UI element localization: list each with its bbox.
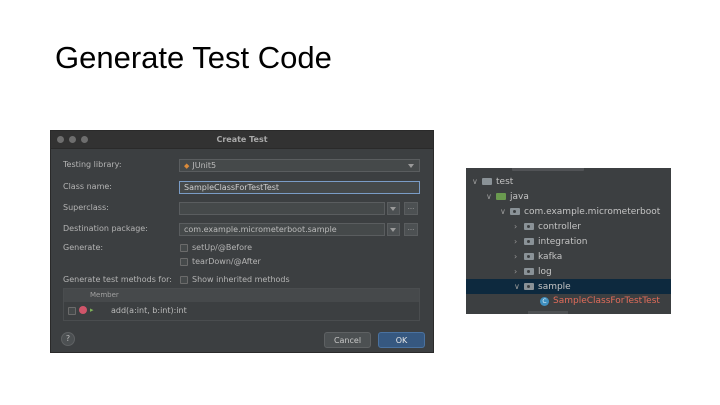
folder-icon [482, 178, 492, 185]
cropped-tree-item [512, 168, 584, 171]
destination-package-dropdown-button[interactable] [387, 223, 400, 236]
lock-icon: ▸ [90, 306, 94, 314]
tree-item-label: sample [538, 282, 571, 292]
testing-library-label: Testing library: [63, 160, 122, 169]
tree-item-integration[interactable]: › integration [514, 234, 587, 249]
class-name-input[interactable]: SampleClassForTestTest [179, 181, 420, 194]
chevron-down-icon [390, 207, 396, 211]
superclass-label: Superclass: [63, 203, 109, 212]
tree-item-kafka[interactable]: › kafka [514, 249, 562, 264]
show-inherited-label: Show inherited methods [192, 275, 290, 284]
tree-item-label: com.example.micrometerboot [524, 207, 661, 217]
ok-button[interactable]: OK [378, 332, 425, 348]
class-name-label: Class name: [63, 182, 112, 191]
dialog-title: Create Test [216, 135, 268, 144]
tree-item-controller[interactable]: › controller [514, 219, 581, 234]
superclass-input[interactable] [179, 202, 385, 215]
package-icon [524, 223, 534, 230]
package-icon [524, 268, 534, 275]
destination-package-value: com.example.micrometerboot.sample [184, 225, 337, 234]
package-icon [524, 283, 534, 290]
chevron-right-icon: › [514, 237, 518, 246]
superclass-browse-button[interactable]: ... [404, 202, 418, 215]
tree-item-label: java [510, 192, 529, 202]
testing-library-select[interactable]: ◆ JUnit5 [179, 159, 420, 172]
class-icon: C [540, 297, 549, 306]
tree-item-java[interactable]: ∨ java [486, 189, 529, 204]
destination-package-browse-button[interactable]: ... [404, 223, 418, 236]
setup-checkbox-label: setUp/@Before [192, 243, 253, 252]
setup-checkbox[interactable] [180, 244, 188, 252]
tree-item-package-root[interactable]: ∨ com.example.micrometerboot [500, 204, 660, 219]
destination-package-label: Destination package: [63, 224, 148, 233]
package-icon [524, 253, 534, 260]
teardown-checkbox-label: tearDown/@After [192, 257, 261, 266]
class-name-value: SampleClassForTestTest [184, 183, 280, 192]
tree-item-label: test [496, 177, 514, 187]
tree-item-label: SampleClassForTestTest [553, 296, 660, 306]
tree-item-log[interactable]: › log [514, 264, 552, 279]
help-button[interactable]: ? [61, 332, 75, 346]
package-icon [524, 238, 534, 245]
superclass-dropdown-button[interactable] [387, 202, 400, 215]
members-table-header: Member [64, 289, 419, 302]
cancel-button[interactable]: Cancel [324, 332, 371, 348]
chevron-down-icon [390, 228, 396, 232]
method-icon [79, 306, 87, 314]
destination-package-input[interactable]: com.example.micrometerboot.sample [179, 223, 385, 236]
project-tree: ∨ test ∨ java ∨ com.example.micrometerboot … [466, 168, 671, 314]
generate-label: Generate: [63, 243, 104, 252]
create-test-dialog: Create Test Testing library: ◆ JUnit5 Cla… [50, 130, 434, 353]
chevron-down-icon: ∨ [500, 207, 506, 216]
source-folder-icon [496, 193, 506, 200]
show-inherited-checkbox[interactable] [180, 276, 188, 284]
junit-icon: ◆ [184, 162, 190, 170]
tree-item-test-class[interactable]: C SampleClassForTestTest [540, 294, 660, 309]
members-table: Member ▸ add(a:int, b:int):int [63, 288, 420, 321]
tree-item-label: integration [538, 237, 588, 247]
tree-item-label: controller [538, 222, 581, 232]
package-icon [510, 208, 520, 215]
chevron-right-icon: › [514, 252, 518, 261]
chevron-down-icon [408, 164, 414, 168]
member-checkbox[interactable] [68, 307, 76, 315]
member-signature: add(a:int, b:int):int [111, 306, 187, 315]
chevron-right-icon: › [514, 267, 518, 276]
chevron-down-icon: ∨ [472, 177, 478, 186]
dialog-titlebar: Create Test [51, 131, 433, 149]
chevron-down-icon: ∨ [514, 282, 520, 291]
chevron-down-icon: ∨ [486, 192, 492, 201]
chevron-right-icon: › [514, 222, 518, 231]
tree-item-label: kafka [538, 252, 563, 262]
generate-methods-label: Generate test methods for: [63, 275, 172, 284]
cropped-tree-item [528, 311, 568, 314]
testing-library-value: JUnit5 [192, 161, 217, 170]
tree-item-label: log [538, 267, 552, 277]
slide-title: Generate Test Code [55, 40, 332, 75]
tree-item-sample[interactable]: ∨ sample [466, 279, 671, 294]
tree-item-test[interactable]: ∨ test [472, 174, 513, 189]
table-row[interactable]: ▸ add(a:int, b:int):int [64, 302, 419, 320]
teardown-checkbox[interactable] [180, 258, 188, 266]
